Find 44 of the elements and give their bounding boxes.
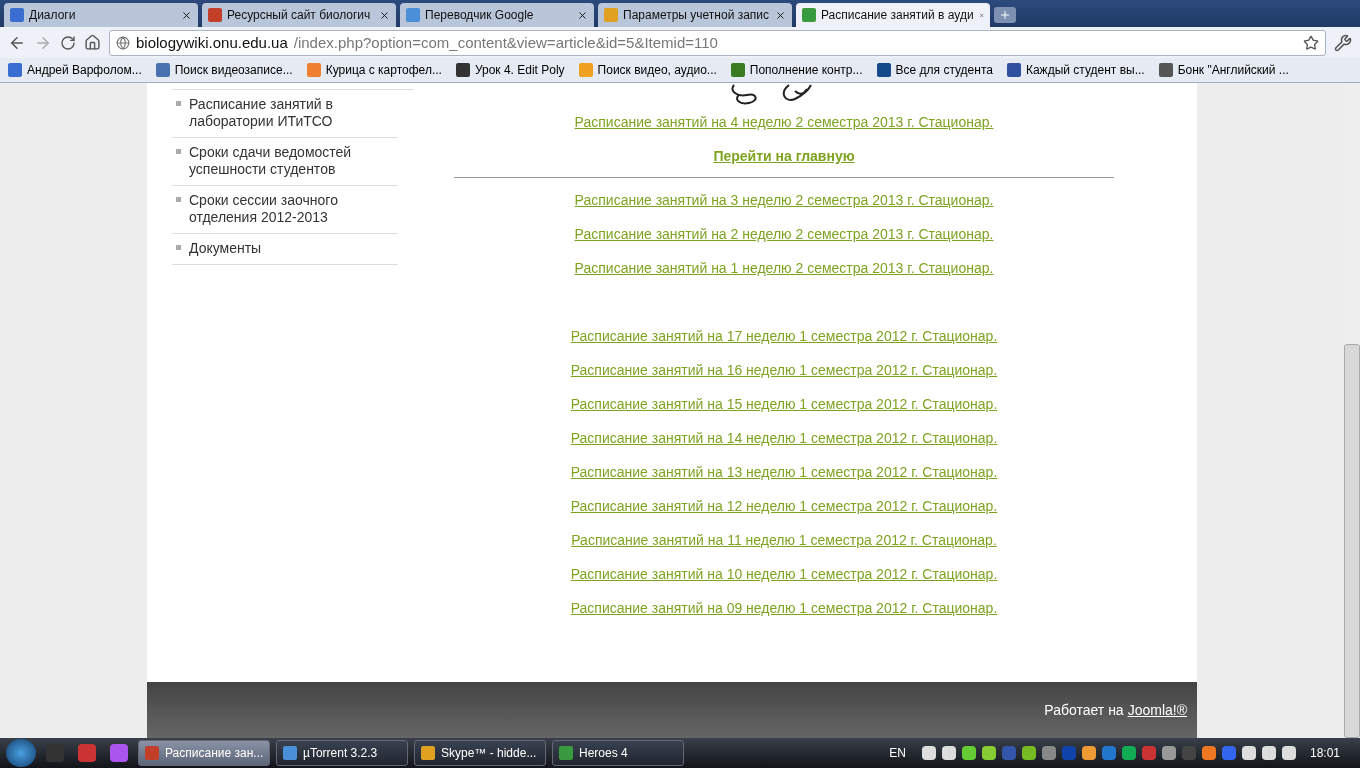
start-button[interactable]	[6, 739, 36, 767]
bookmark[interactable]: Каждый студент вы...	[1006, 63, 1145, 77]
sidebar-link[interactable]: Документы	[172, 234, 398, 265]
plus-icon	[999, 9, 1011, 21]
bookmark[interactable]: Курица с картофел...	[306, 63, 442, 77]
bookmark[interactable]: Андрей Варфолом...	[8, 63, 142, 77]
home-icon[interactable]	[84, 34, 101, 51]
close-icon[interactable]	[181, 9, 192, 21]
sidebar-link[interactable]: Сроки сдачи ведомостей успешности студентов	[172, 138, 398, 186]
bookmark[interactable]: Бонк "Английский ...	[1158, 63, 1289, 77]
bookmark[interactable]: Пополнение контр...	[730, 63, 863, 77]
bookmark[interactable]: Урок 4. Edit Poly	[455, 63, 565, 77]
footer-text: Работает на	[1044, 702, 1124, 718]
close-icon[interactable]	[577, 9, 588, 21]
browser-tab[interactable]: Параметры учетной запис	[598, 3, 792, 27]
taskbar-button[interactable]: µTorrent 3.2.3	[276, 740, 408, 766]
favicon-icon	[10, 8, 24, 22]
close-icon[interactable]	[775, 9, 786, 21]
taskbar-button[interactable]: Skype™ - hidde...	[414, 740, 546, 766]
new-tab-button[interactable]	[994, 7, 1016, 23]
footer-link[interactable]: Joomla!®	[1127, 702, 1187, 718]
clock[interactable]: 18:01	[1309, 746, 1340, 760]
bookmark[interactable]: Поиск видео, аудио...	[578, 63, 717, 77]
favicon-icon	[406, 8, 420, 22]
favicon-icon	[604, 8, 618, 22]
globe-icon	[116, 35, 130, 50]
browser-tab[interactable]: Диалоги	[4, 3, 198, 27]
taskbar-button[interactable]: Heroes 4	[552, 740, 684, 766]
bookmark[interactable]: Все для студента	[876, 63, 993, 77]
sidebar-link[interactable]: Сроки сессии заочного отделения 2012-2013	[172, 186, 398, 234]
favicon-icon	[802, 8, 816, 22]
favicon-icon	[208, 8, 222, 22]
browser-tab[interactable]: Ресурсный сайт биологич	[202, 3, 396, 27]
browser-tab[interactable]: Переводчик Google	[400, 3, 594, 27]
bookmark[interactable]: Поиск видеозаписе...	[155, 63, 293, 77]
star-icon[interactable]	[1303, 34, 1319, 51]
browser-tab[interactable]: Расписание занятий в ауди	[796, 3, 990, 27]
taskbar-button[interactable]: Расписание зан...	[138, 740, 270, 766]
language-indicator[interactable]: EN	[889, 746, 906, 760]
sidebar-link[interactable]: Расписание занятий в лаборатории ИТиТСО	[172, 90, 398, 138]
address-field[interactable]: biologywiki.onu.edu.ua /index.php?option=com_content&view=article&id=5&Itemid=110	[109, 29, 1326, 56]
close-icon[interactable]	[379, 9, 390, 21]
reload-icon[interactable]	[60, 34, 76, 51]
wrench-icon[interactable]	[1334, 33, 1352, 52]
